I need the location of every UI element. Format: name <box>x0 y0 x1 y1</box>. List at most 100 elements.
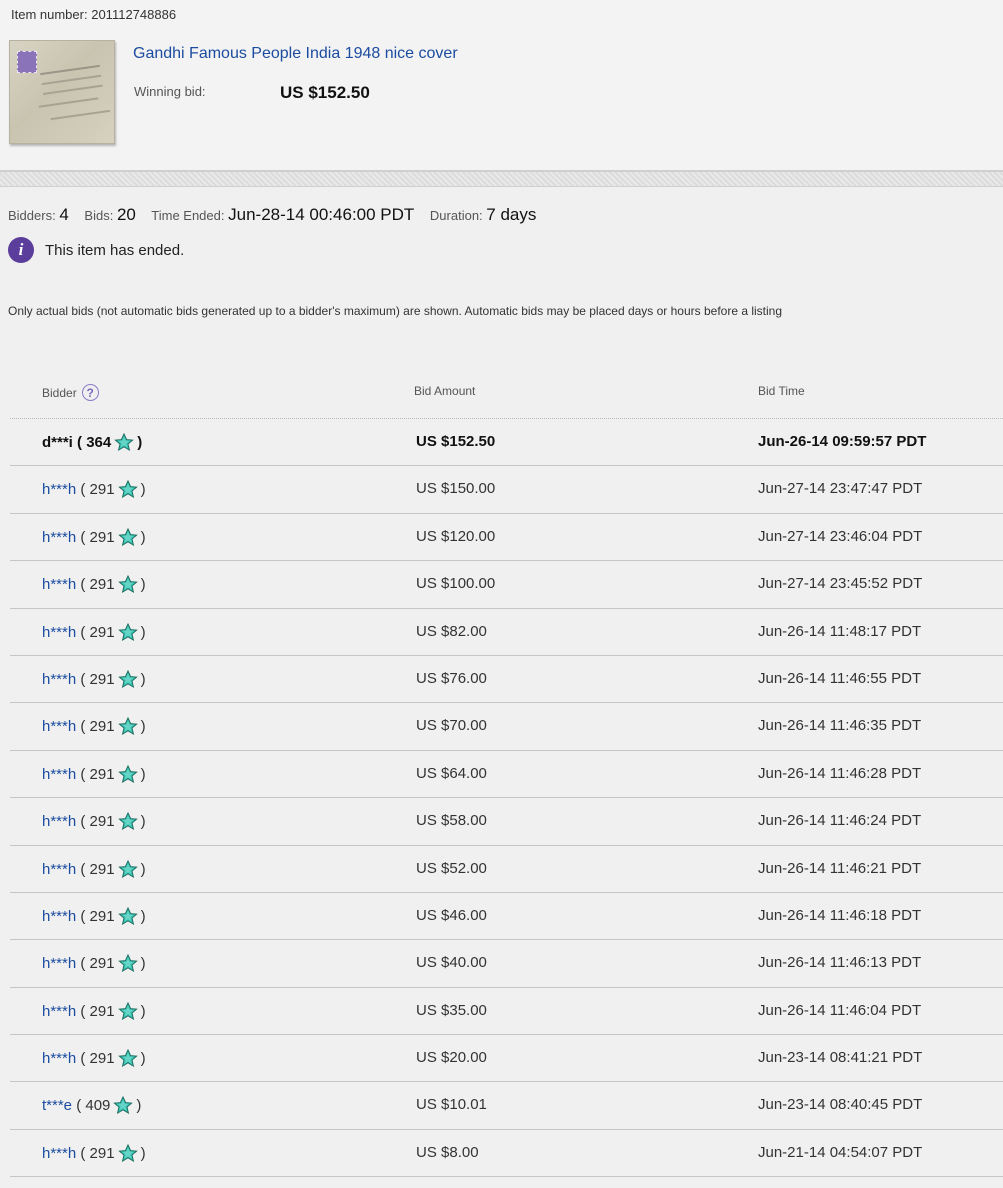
feedback-score[interactable]: 291 <box>90 718 115 735</box>
feedback-score-open: ( <box>76 576 90 594</box>
feedback-score-close: ) <box>140 670 146 688</box>
bidder-cell: h***h ( 291) <box>42 717 146 739</box>
feedback-star-icon[interactable] <box>117 574 138 597</box>
feedback-star-icon[interactable] <box>117 1048 138 1071</box>
table-row: h***h ( 291) US $20.00 Jun-23-14 08:41:21 … <box>10 1035 1003 1083</box>
table-row: h***h ( 291) US $150.00 Jun-27-14 23:47:47… <box>10 466 1003 515</box>
bid-time-cell: Jun-26-14 11:46:24 PDT <box>758 812 922 830</box>
feedback-score-close: ) <box>140 907 146 925</box>
bid-amount-cell: US $150.00 <box>416 480 496 498</box>
feedback-star-icon[interactable] <box>117 669 138 692</box>
bid-time-cell: Jun-23-14 08:40:45 PDT <box>758 1096 923 1114</box>
bidder-link[interactable]: h***h <box>42 718 76 735</box>
table-row: h***h ( 291) US $52.00 Jun-26-14 11:46:21 … <box>10 846 1003 894</box>
time-ended-label: Time Ended: <box>151 208 225 223</box>
bidder-link[interactable]: t***e <box>42 1097 72 1114</box>
bid-amount-cell: US $76.00 <box>416 669 487 687</box>
bid-time-cell: Jun-26-14 09:59:57 PDT <box>758 433 927 450</box>
feedback-score[interactable]: 291 <box>90 529 115 546</box>
item-thumbnail[interactable] <box>9 40 115 144</box>
feedback-score[interactable]: 364 <box>86 434 111 451</box>
feedback-score[interactable]: 291 <box>90 624 115 641</box>
bidder-link[interactable]: h***h <box>42 529 76 546</box>
feedback-score[interactable]: 291 <box>90 576 115 593</box>
bidder-link[interactable]: h***h <box>42 1050 76 1067</box>
bidder-cell: h***h ( 291) <box>42 669 146 692</box>
feedback-score-close: ) <box>140 813 146 831</box>
feedback-score-open: ( <box>76 623 90 641</box>
bid-time-cell: Jun-26-14 11:46:35 PDT <box>758 717 922 735</box>
bid-amount-cell: US $8.00 <box>416 1143 479 1161</box>
bidder-link[interactable]: h***h <box>42 576 76 593</box>
bidder-link[interactable]: h***h <box>42 813 76 830</box>
feedback-star-icon[interactable] <box>117 859 138 882</box>
help-icon[interactable]: ? <box>81 384 99 401</box>
feedback-star-icon[interactable] <box>114 432 135 455</box>
feedback-score[interactable]: 409 <box>85 1097 110 1114</box>
bidder-link[interactable]: h***h <box>42 955 76 972</box>
feedback-star-icon[interactable] <box>117 527 138 550</box>
handwriting-graphic <box>40 64 100 76</box>
feedback-score[interactable]: 291 <box>90 481 115 498</box>
feedback-score-open: ( <box>72 1097 86 1115</box>
feedback-score-open: ( <box>76 1050 90 1068</box>
item-number-label: Item number: <box>11 7 88 22</box>
feedback-score[interactable]: 291 <box>90 908 115 925</box>
bidder-link[interactable]: h***h <box>42 671 76 688</box>
auction-stats: Bidders: 4 Bids: 20 Time Ended: Jun-28-1… <box>8 205 536 225</box>
feedback-score-close: ) <box>140 765 146 783</box>
bidder-cell: h***h ( 291) <box>42 764 146 787</box>
duration-label: Duration: <box>429 208 483 223</box>
ended-status-text: This item has ended. <box>45 241 185 259</box>
item-summary: Item number: 201112748886 Gandhi Famous … <box>0 0 1003 170</box>
table-row: t***e ( 409) US $10.01 Jun-23-14 08:40:45 … <box>10 1082 1003 1131</box>
bidder-link[interactable]: h***h <box>42 624 76 641</box>
bid-time-cell: Jun-27-14 23:46:04 PDT <box>758 527 923 545</box>
bid-amount-cell: US $82.00 <box>416 622 487 640</box>
item-title-link[interactable]: Gandhi Famous People India 1948 nice cov… <box>133 45 458 63</box>
column-header-bid-time: Bid Time <box>758 384 805 398</box>
bidder-link[interactable]: h***h <box>42 1145 76 1162</box>
feedback-star-icon[interactable] <box>117 622 138 645</box>
bid-time-cell: Jun-26-14 11:46:55 PDT <box>758 669 922 687</box>
info-icon: i <box>8 237 34 263</box>
feedback-star-icon[interactable] <box>117 764 138 787</box>
feedback-star-icon[interactable] <box>117 717 138 739</box>
feedback-score[interactable]: 291 <box>90 1003 115 1020</box>
feedback-score[interactable]: 291 <box>90 766 115 783</box>
item-number-value: 201112748886 <box>91 7 177 22</box>
bidder-link[interactable]: h***h <box>42 1003 76 1020</box>
feedback-score[interactable]: 291 <box>90 1145 115 1162</box>
feedback-star-icon[interactable] <box>117 1001 138 1024</box>
bidders-label: Bidders: <box>8 208 56 223</box>
feedback-score[interactable]: 291 <box>90 813 115 830</box>
feedback-star-icon[interactable] <box>117 906 138 929</box>
feedback-star-icon[interactable] <box>117 954 138 976</box>
bidder-link[interactable]: d***i <box>42 434 73 451</box>
bidder-link[interactable]: h***h <box>42 908 76 925</box>
feedback-score[interactable]: 291 <box>90 955 115 972</box>
feedback-star-icon[interactable] <box>117 811 138 834</box>
feedback-score-open: ( <box>76 670 90 688</box>
feedback-star-icon[interactable] <box>117 1143 138 1166</box>
feedback-score[interactable]: 291 <box>90 671 115 688</box>
bidder-link[interactable]: h***h <box>42 861 76 878</box>
feedback-score-close: ) <box>140 576 146 594</box>
feedback-score-close: ) <box>140 1002 146 1020</box>
feedback-star-icon[interactable] <box>113 1096 134 1118</box>
bidder-cell: h***h ( 291) <box>42 906 146 929</box>
bid-amount-cell: US $35.00 <box>416 1001 487 1019</box>
bidder-link[interactable]: h***h <box>42 766 76 783</box>
item-number: Item number: 201112748886 <box>11 7 176 22</box>
bid-time-cell: Jun-23-14 08:41:21 PDT <box>758 1049 923 1067</box>
bidder-cell: h***h ( 291) <box>42 574 146 597</box>
feedback-score[interactable]: 291 <box>90 1050 115 1067</box>
feedback-score[interactable]: 291 <box>90 861 115 878</box>
bids-label: Bids: <box>84 208 114 223</box>
feedback-star-icon[interactable] <box>117 480 138 502</box>
bid-time-cell: Jun-27-14 23:47:47 PDT <box>758 480 923 498</box>
bidder-link[interactable]: h***h <box>42 481 76 498</box>
bid-amount-cell: US $152.50 <box>416 433 496 450</box>
bidder-cell: h***h ( 291) <box>42 859 146 882</box>
bidder-cell: d***i ( 364) <box>42 432 142 455</box>
